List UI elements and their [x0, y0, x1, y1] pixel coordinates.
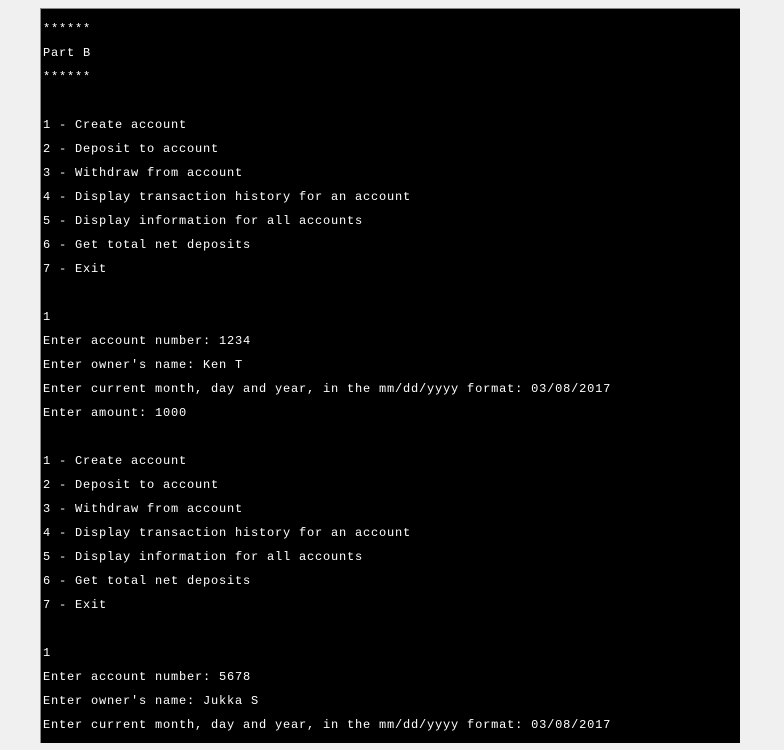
- menu-item: 3 - Withdraw from account: [43, 503, 740, 515]
- user-choice: 1: [43, 311, 740, 323]
- menu-item: 6 - Get total net deposits: [43, 575, 740, 587]
- menu-item: 2 - Deposit to account: [43, 479, 740, 491]
- user-choice: 1: [43, 647, 740, 659]
- terminal-window[interactable]: ****** Part B ****** 1 - Create account …: [40, 8, 740, 743]
- menu-item: 7 - Exit: [43, 599, 740, 611]
- header-stars-top: ******: [43, 23, 740, 35]
- menu-item: 4 - Display transaction history for an a…: [43, 527, 740, 539]
- blank-line: [43, 95, 740, 107]
- prompt-line: Enter account number: 5678: [43, 671, 740, 683]
- prompt-line: Enter amount: 1000: [43, 407, 740, 419]
- menu-item: 4 - Display transaction history for an a…: [43, 191, 740, 203]
- prompt-line: Enter owner's name: Ken T: [43, 359, 740, 371]
- prompt-line: Enter current month, day and year, in th…: [43, 383, 740, 395]
- prompt-line: Enter owner's name: Jukka S: [43, 695, 740, 707]
- menu-item: 1 - Create account: [43, 455, 740, 467]
- menu-item: 1 - Create account: [43, 119, 740, 131]
- header-title: Part B: [43, 47, 740, 59]
- menu-item: 6 - Get total net deposits: [43, 239, 740, 251]
- blank-line: [43, 623, 740, 635]
- menu-item: 7 - Exit: [43, 263, 740, 275]
- menu-item: 3 - Withdraw from account: [43, 167, 740, 179]
- blank-line: [43, 287, 740, 299]
- menu-item: 5 - Display information for all accounts: [43, 215, 740, 227]
- menu-item: 5 - Display information for all accounts: [43, 551, 740, 563]
- header-stars-bottom: ******: [43, 71, 740, 83]
- prompt-line: Enter account number: 1234: [43, 335, 740, 347]
- blank-line: [43, 431, 740, 443]
- menu-item: 2 - Deposit to account: [43, 143, 740, 155]
- prompt-line: Enter current month, day and year, in th…: [43, 719, 740, 731]
